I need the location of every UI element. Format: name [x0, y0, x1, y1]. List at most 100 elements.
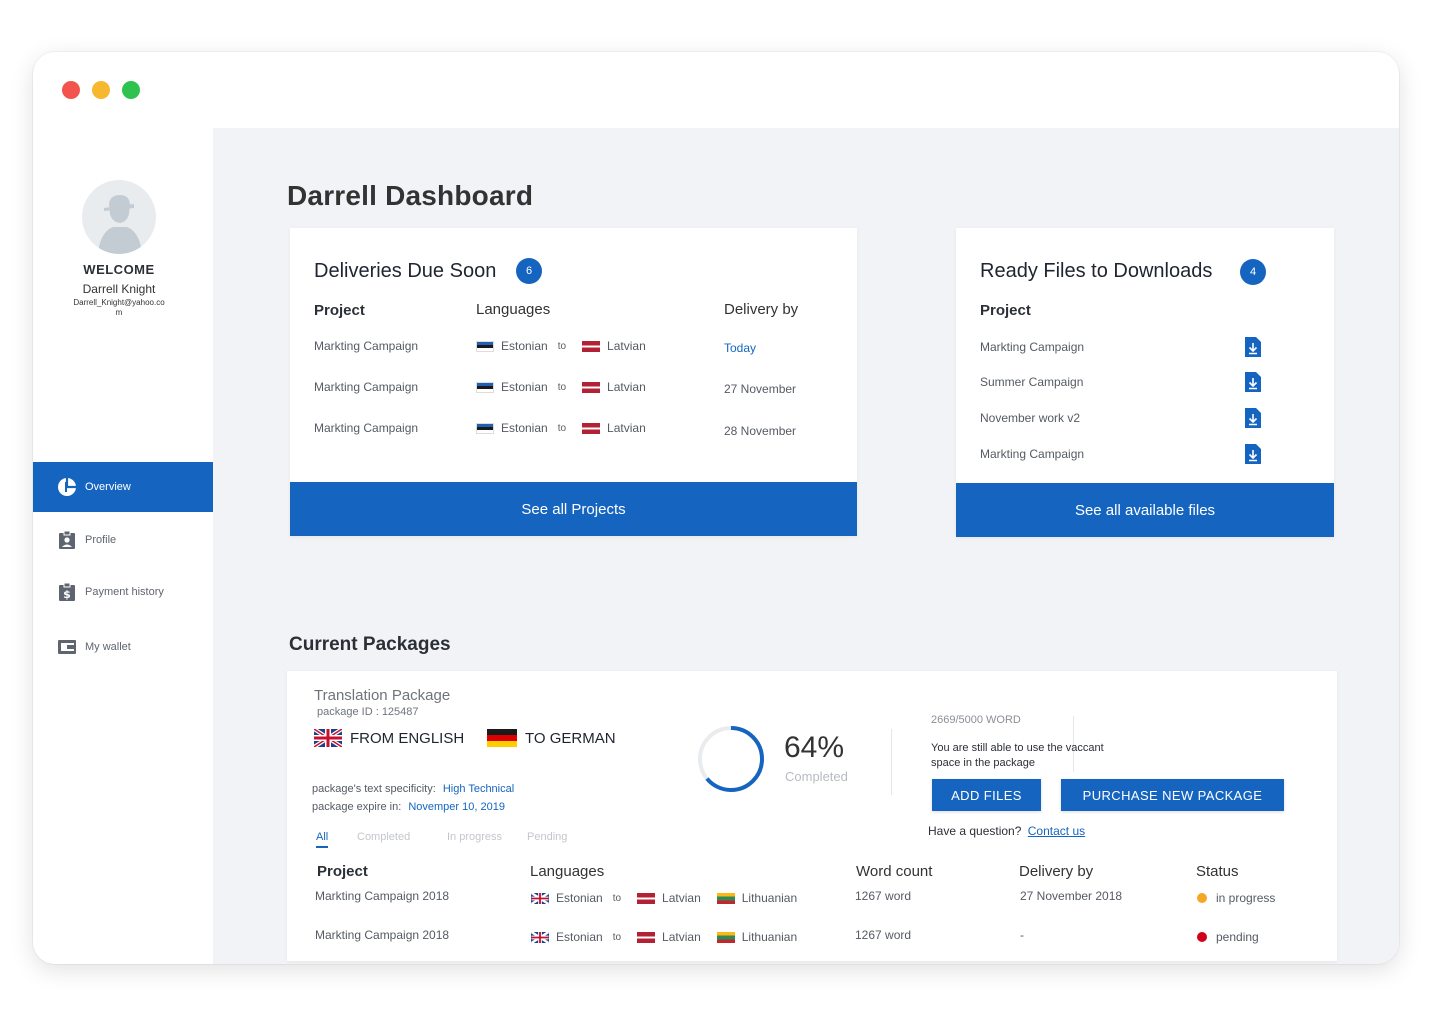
- source-language: Estonian: [501, 339, 548, 353]
- latvia-flag-icon: [582, 381, 601, 393]
- tab-pending[interactable]: Pending: [527, 831, 567, 843]
- germany-flag-icon: [487, 729, 517, 747]
- word-count-cell: 1267 word: [855, 928, 912, 942]
- lithuania-flag-icon: [716, 931, 735, 943]
- add-files-button[interactable]: ADD FILES: [932, 779, 1041, 811]
- file-name: Markting Campaign: [980, 340, 1085, 354]
- tab-all[interactable]: All: [316, 831, 329, 848]
- user-name: Darrell Knight: [82, 282, 156, 296]
- status-dot: [1197, 893, 1207, 903]
- to-label: to: [557, 422, 567, 434]
- download-file-icon[interactable]: [1245, 408, 1261, 428]
- avatar[interactable]: [82, 180, 156, 254]
- column-header-delivery: Delivery by: [1019, 863, 1094, 880]
- sidebar-item-payment-history[interactable]: $ Payment history: [33, 567, 213, 617]
- status-cell: in progress: [1197, 891, 1275, 905]
- tab-completed[interactable]: Completed: [357, 831, 410, 843]
- uk-flag-icon: [531, 931, 549, 943]
- sidebar-item-profile[interactable]: Profile: [33, 515, 213, 565]
- delivery-cell: 28 November: [724, 424, 797, 438]
- progress-percent: 64%: [784, 731, 845, 764]
- latvia-flag-icon: [637, 931, 656, 943]
- page-title: Darrell Dashboard: [287, 180, 534, 211]
- status-cell: pending: [1197, 930, 1259, 944]
- target-language: Latvian: [662, 930, 701, 944]
- see-all-projects-button[interactable]: See all Projects: [290, 482, 857, 536]
- estonia-flag-icon: [476, 422, 494, 434]
- source-language: Estonian: [556, 891, 603, 905]
- progress-caption: Completed: [785, 769, 848, 784]
- project-cell: Markting Campaign: [314, 421, 419, 435]
- estonia-flag-icon: [476, 381, 494, 393]
- pie-chart-icon: [57, 477, 77, 497]
- wallet-icon: [57, 637, 77, 657]
- uk-flag-icon: [314, 729, 342, 747]
- question-row: Have a question? Contact us: [928, 824, 1085, 838]
- project-cell: Markting Campaign: [314, 339, 419, 353]
- delivery-cell: 27 November 2018: [1020, 889, 1123, 903]
- lithuania-flag-icon: [716, 892, 735, 904]
- file-name: November work v2: [980, 411, 1081, 425]
- close-window-button[interactable]: [62, 81, 80, 99]
- user-silhouette-icon: [98, 195, 142, 254]
- project-cell: Markting Campaign 2018: [315, 889, 450, 903]
- specificity-label: package's text specificity:: [312, 783, 436, 795]
- tab-in-progress[interactable]: In progress: [447, 831, 502, 843]
- latvia-flag-icon: [637, 892, 656, 904]
- column-header-project: Project: [314, 302, 365, 319]
- package-name: Translation Package: [314, 687, 451, 704]
- expire-row: package expire in: Novemper 10, 2019: [312, 801, 505, 813]
- to-label: to: [557, 381, 567, 393]
- dollar-clipboard-icon: $: [57, 582, 77, 602]
- status-label: pending: [1216, 930, 1259, 944]
- source-language: Estonian: [501, 421, 548, 435]
- downloads-count-badge: 4: [1240, 259, 1266, 285]
- sidebar-item-label: Overview: [85, 481, 131, 493]
- download-file-icon[interactable]: [1245, 444, 1261, 464]
- target-language: Latvian: [607, 380, 646, 394]
- sidebar-item-my-wallet[interactable]: My wallet: [33, 622, 213, 672]
- column-header-languages: Languages: [476, 301, 551, 318]
- latvia-flag-icon: [582, 340, 601, 352]
- downloads-title: Ready Files to Downloads: [980, 260, 1213, 282]
- target-language: Latvian: [607, 421, 646, 435]
- languages-cell: Estonian to Latvian Lithuanian: [531, 891, 797, 905]
- column-header-project: Project: [980, 302, 1031, 319]
- target-language-label: TO GERMAN: [525, 729, 616, 747]
- divider: [891, 729, 892, 795]
- minimize-window-button[interactable]: [92, 81, 110, 99]
- downloads-card: Ready Files to Downloads 4 Project Markt…: [956, 228, 1334, 537]
- project-cell: Markting Campaign 2018: [315, 928, 450, 942]
- download-file-icon[interactable]: [1245, 372, 1261, 392]
- vacant-space-note: You are still able to use the vaccant sp…: [931, 742, 1104, 769]
- target-language-badge: TO GERMAN: [487, 729, 616, 747]
- contact-us-link[interactable]: Contact us: [1028, 824, 1085, 838]
- source-language-badge: FROM ENGLISH: [314, 729, 464, 747]
- word-count-cell: 1267 word: [855, 889, 912, 903]
- languages-cell: Estonian to Latvian: [476, 421, 646, 435]
- to-label: to: [557, 340, 567, 352]
- package-id: package ID : 125487: [317, 706, 419, 718]
- target-language: Latvian: [662, 891, 701, 905]
- see-all-files-button[interactable]: See all available files: [956, 483, 1334, 537]
- languages-cell: Estonian to Latvian: [476, 380, 646, 394]
- column-header-status: Status: [1196, 863, 1239, 880]
- user-email: Darrell_Knight@yahoo.co m: [73, 298, 165, 317]
- sidebar-item-label: Profile: [85, 534, 117, 546]
- purchase-new-package-button[interactable]: PURCHASE NEW PACKAGE: [1061, 779, 1284, 811]
- question-label: Have a question?: [928, 824, 1022, 838]
- delivery-cell: -: [1020, 928, 1024, 942]
- expire-label: package expire in:: [312, 801, 402, 813]
- source-language-label: FROM ENGLISH: [350, 729, 465, 747]
- download-file-icon[interactable]: [1245, 337, 1261, 357]
- latvia-flag-icon: [582, 422, 601, 434]
- column-header-languages: Languages: [530, 863, 605, 880]
- app-window: WELCOME Darrell Knight Darrell_Knight@ya…: [33, 52, 1399, 964]
- sidebar-item-overview[interactable]: Overview: [33, 462, 213, 512]
- id-badge-icon: [57, 530, 77, 550]
- specificity-row: package's text specificity: High Technic…: [312, 783, 514, 795]
- column-header-word-count: Word count: [856, 863, 933, 880]
- file-name: Markting Campaign: [980, 447, 1085, 461]
- maximize-window-button[interactable]: [122, 81, 140, 99]
- to-label: to: [612, 892, 622, 904]
